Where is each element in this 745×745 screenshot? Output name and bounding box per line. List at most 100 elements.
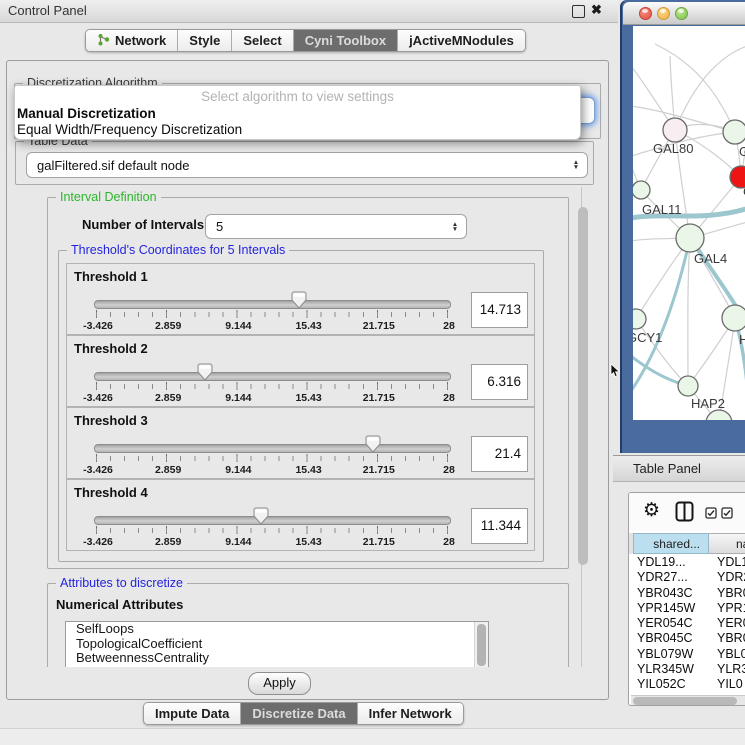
- node-label: GAL11: [642, 202, 682, 217]
- tab-network[interactable]: Network: [86, 30, 177, 51]
- tab-impute-data[interactable]: Impute Data: [144, 703, 240, 724]
- network-node-hap2[interactable]: [678, 376, 698, 396]
- slider-thumb[interactable]: [197, 363, 213, 381]
- tab-style[interactable]: Style: [177, 30, 231, 51]
- table-row[interactable]: YBL079WYBL0: [633, 647, 745, 662]
- tab-select[interactable]: Select: [231, 30, 292, 51]
- cell-shared-name[interactable]: YDL19...: [633, 555, 707, 570]
- slider-minor-ticks: [96, 528, 450, 533]
- float-window-icon[interactable]: [572, 5, 585, 18]
- threshold-value-field[interactable]: 14.713: [471, 292, 528, 328]
- tab-cyni-toolbox[interactable]: Cyni Toolbox: [293, 30, 397, 51]
- table-panel-title: Table Panel: [633, 461, 701, 476]
- tick-label: 21.715: [363, 392, 395, 404]
- cell-name[interactable]: YDR2: [707, 570, 745, 585]
- column-header-shared-name[interactable]: shared...: [633, 533, 709, 554]
- threshold-slider[interactable]: [94, 372, 451, 381]
- cell-shared-name[interactable]: YLR345W: [633, 662, 707, 677]
- slider-thumb[interactable]: [291, 291, 307, 309]
- scrollbar-thumb[interactable]: [477, 624, 486, 666]
- zoom-traffic-light-icon[interactable]: [675, 7, 688, 20]
- table-row[interactable]: YLR345WYLR3: [633, 662, 745, 677]
- number-of-intervals-combobox[interactable]: 5 ▲▼: [205, 214, 467, 239]
- apply-button[interactable]: Apply: [248, 672, 311, 695]
- attributes-group: Attributes to discretize Numerical Attri…: [47, 583, 569, 667]
- tab-label: Network: [115, 33, 166, 48]
- tab-label: Cyni Toolbox: [305, 33, 386, 48]
- table-hscrollbar[interactable]: [631, 695, 745, 706]
- slider-tick-labels: -3.4262.8599.14415.4321.71528: [96, 536, 450, 548]
- gear-icon[interactable]: ⚙: [643, 499, 660, 521]
- column-header-name[interactable]: na: [709, 533, 745, 554]
- table-row[interactable]: YER054CYER0: [633, 616, 745, 631]
- attribute-list-item[interactable]: TopologicalCoefficient: [66, 637, 488, 652]
- attribute-list-item[interactable]: BetweennessCentrality: [66, 651, 488, 666]
- table-row[interactable]: YDR27...YDR2: [633, 570, 745, 585]
- table-row[interactable]: YIL052CYIL0: [633, 677, 745, 692]
- scrollbar-thumb[interactable]: [633, 697, 737, 705]
- network-node-gal11[interactable]: [633, 181, 650, 199]
- cell-name[interactable]: YBL0: [707, 647, 745, 662]
- columns-icon[interactable]: [675, 501, 694, 527]
- cell-name[interactable]: YBR0: [707, 631, 745, 646]
- network-node-ga[interactable]: [723, 120, 745, 144]
- network-node-h[interactable]: [722, 305, 745, 331]
- table-data-group: Table Data galFiltered.sif default node …: [15, 141, 594, 185]
- tab-discretize-data[interactable]: Discretize Data: [240, 703, 356, 724]
- close-icon[interactable]: ✖: [591, 2, 602, 18]
- tick-label: 15.43: [295, 536, 321, 548]
- network-canvas[interactable]: GAL80GACGAL11GAL4GCY1HHAP2: [633, 26, 745, 420]
- tab-infer-network[interactable]: Infer Network: [357, 703, 463, 724]
- cell-name[interactable]: YER0: [707, 616, 745, 631]
- cell-shared-name[interactable]: YBR043C: [633, 586, 707, 601]
- tick-label: 9.144: [225, 320, 251, 332]
- tab-jactivemnodules[interactable]: jActiveMNodules: [397, 30, 525, 51]
- minimize-traffic-light-icon[interactable]: [657, 7, 670, 20]
- network-node-gal4[interactable]: [676, 224, 704, 252]
- threshold-value-field[interactable]: 21.4: [471, 436, 528, 472]
- attribute-list-item[interactable]: SelfLoops: [66, 622, 488, 637]
- tick-label: 21.715: [363, 536, 395, 548]
- close-traffic-light-icon[interactable]: [639, 7, 652, 20]
- checkbox-icon[interactable]: [721, 506, 733, 524]
- cell-name[interactable]: YLR3: [707, 662, 745, 677]
- list-scrollbar[interactable]: [474, 622, 488, 667]
- threshold-value-field[interactable]: 6.316: [471, 364, 528, 400]
- cell-shared-name[interactable]: YBR045C: [633, 631, 707, 646]
- cell-name[interactable]: YBR0: [707, 586, 745, 601]
- threshold-slider[interactable]: [94, 444, 451, 453]
- cell-shared-name[interactable]: YPR145W: [633, 601, 707, 616]
- scrollbar-thumb[interactable]: [578, 207, 588, 565]
- cell-shared-name[interactable]: YDR27...: [633, 570, 707, 585]
- numerical-attributes-list[interactable]: SelfLoopsTopologicalCoefficientBetweenne…: [65, 621, 489, 667]
- cell-name[interactable]: YIL0: [707, 677, 743, 692]
- table-row[interactable]: YBR043CYBR0: [633, 586, 745, 601]
- cell-name[interactable]: YPR1: [707, 601, 745, 616]
- table-data-combobox[interactable]: galFiltered.sif default node ▲▼: [26, 152, 588, 178]
- cell-shared-name[interactable]: YBL079W: [633, 647, 707, 662]
- threshold-slider[interactable]: [94, 300, 451, 309]
- cell-shared-name[interactable]: YIL052C: [633, 677, 707, 692]
- node-label: GAL4: [694, 251, 727, 266]
- cell-name[interactable]: YDL1: [707, 555, 745, 570]
- network-node-gcy1[interactable]: [633, 309, 646, 329]
- threshold-value-field[interactable]: 11.344: [471, 508, 528, 544]
- tick-label: 15.43: [295, 392, 321, 404]
- cyni-bottom-tabbar: Impute Data Discretize Data Infer Networ…: [143, 702, 464, 725]
- slider-thumb[interactable]: [253, 507, 269, 525]
- dropdown-item-manual-discretization[interactable]: Manual Discretization: [15, 106, 580, 122]
- checkbox-icon[interactable]: [705, 506, 717, 524]
- panel-scrollbar[interactable]: [576, 187, 591, 667]
- screen: Control Panel ✖ Network Style Select Cyn…: [0, 0, 745, 745]
- slider-thumb[interactable]: [365, 435, 381, 453]
- dropdown-prompt: Select algorithm to view settings: [15, 89, 580, 104]
- tick-label: -3.426: [83, 392, 113, 404]
- table-row[interactable]: YBR045CYBR0: [633, 631, 745, 646]
- threshold-slider[interactable]: [94, 516, 451, 525]
- network-node-gal80[interactable]: [663, 118, 687, 142]
- dropdown-item-equal-width-frequency[interactable]: Equal Width/Frequency Discretization: [15, 122, 580, 138]
- cell-shared-name[interactable]: YER054C: [633, 616, 707, 631]
- table-row[interactable]: YDL19...YDL1: [633, 555, 745, 570]
- table-row[interactable]: YPR145WYPR1: [633, 601, 745, 616]
- tab-label: Discretize Data: [252, 706, 345, 721]
